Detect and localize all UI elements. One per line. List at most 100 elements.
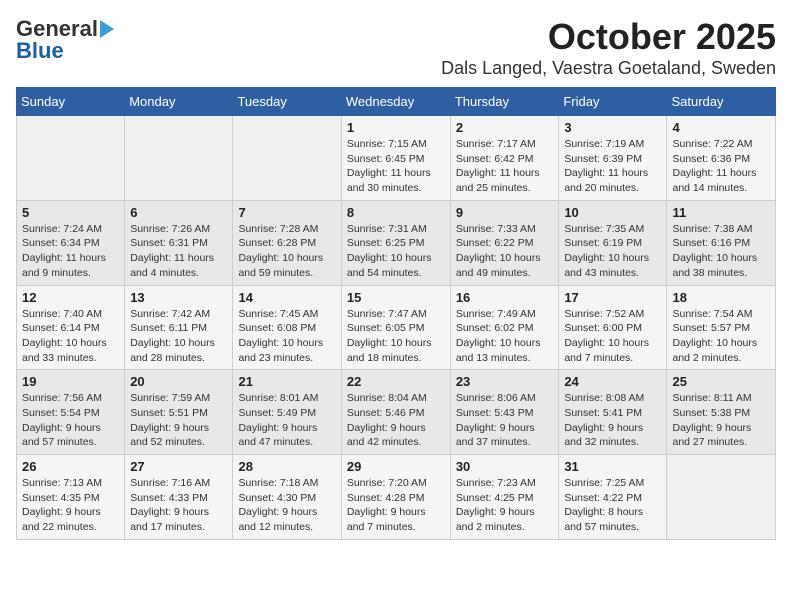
- table-row: [667, 455, 776, 540]
- day-number: 31: [564, 459, 661, 474]
- calendar-subtitle: Dals Langed, Vaestra Goetaland, Sweden: [441, 58, 776, 79]
- day-detail: Sunrise: 7:59 AM Sunset: 5:51 PM Dayligh…: [130, 391, 227, 450]
- day-detail: Sunrise: 7:18 AM Sunset: 4:30 PM Dayligh…: [238, 476, 335, 535]
- logo: General Blue: [16, 16, 114, 64]
- header-wednesday: Wednesday: [341, 88, 450, 116]
- day-number: 22: [347, 374, 445, 389]
- table-row: 13 Sunrise: 7:42 AM Sunset: 6:11 PM Dayli…: [125, 285, 233, 370]
- table-row: 31 Sunrise: 7:25 AM Sunset: 4:22 PM Dayli…: [559, 455, 667, 540]
- day-number: 13: [130, 290, 227, 305]
- day-detail: Sunrise: 7:45 AM Sunset: 6:08 PM Dayligh…: [238, 307, 335, 366]
- day-number: 30: [456, 459, 554, 474]
- table-row: 2 Sunrise: 7:17 AM Sunset: 6:42 PM Daylig…: [450, 116, 559, 201]
- calendar-week-row: 1Sunrise: 7:15 AM Sunset: 6:45 PM Daylig…: [17, 116, 776, 201]
- day-detail: Sunrise: 7:26 AM Sunset: 6:31 PM Dayligh…: [130, 222, 227, 281]
- day-number: 17: [564, 290, 661, 305]
- day-detail: Sunrise: 7:15 AM Sunset: 6:45 PM Dayligh…: [347, 137, 445, 196]
- day-detail: Sunrise: 8:06 AM Sunset: 5:43 PM Dayligh…: [456, 391, 554, 450]
- logo-arrow-icon: [100, 20, 114, 38]
- day-detail: Sunrise: 8:04 AM Sunset: 5:46 PM Dayligh…: [347, 391, 445, 450]
- day-number: 21: [238, 374, 335, 389]
- day-detail: Sunrise: 7:19 AM Sunset: 6:39 PM Dayligh…: [564, 137, 661, 196]
- header-friday: Friday: [559, 88, 667, 116]
- table-row: 6Sunrise: 7:26 AM Sunset: 6:31 PM Daylig…: [125, 200, 233, 285]
- day-detail: Sunrise: 8:11 AM Sunset: 5:38 PM Dayligh…: [672, 391, 770, 450]
- table-row: [125, 116, 233, 201]
- day-number: 29: [347, 459, 445, 474]
- table-row: 16 Sunrise: 7:49 AM Sunset: 6:02 PM Dayli…: [450, 285, 559, 370]
- day-number: 27: [130, 459, 227, 474]
- day-detail: Sunrise: 7:52 AM Sunset: 6:00 PM Dayligh…: [564, 307, 661, 366]
- calendar-week-row: 12Sunrise: 7:40 AM Sunset: 6:14 PM Dayli…: [17, 285, 776, 370]
- day-number: 2: [456, 120, 554, 135]
- day-number: 18: [672, 290, 770, 305]
- day-number: 23: [456, 374, 554, 389]
- day-number: 19: [22, 374, 119, 389]
- table-row: 15 Sunrise: 7:47 AM Sunset: 6:05 PM Dayli…: [341, 285, 450, 370]
- table-row: 3 Sunrise: 7:19 AM Sunset: 6:39 PM Daylig…: [559, 116, 667, 201]
- header-sunday: Sunday: [17, 88, 125, 116]
- calendar-week-row: 26 Sunrise: 7:13 AM Sunset: 4:35 PM Dayli…: [17, 455, 776, 540]
- day-detail: Sunrise: 8:08 AM Sunset: 5:41 PM Dayligh…: [564, 391, 661, 450]
- table-row: 14Sunrise: 7:45 AM Sunset: 6:08 PM Dayli…: [233, 285, 341, 370]
- day-number: 8: [347, 205, 445, 220]
- day-detail: Sunrise: 7:17 AM Sunset: 6:42 PM Dayligh…: [456, 137, 554, 196]
- calendar-week-row: 5 Sunrise: 7:24 AM Sunset: 6:34 PM Daylig…: [17, 200, 776, 285]
- calendar-table: Sunday Monday Tuesday Wednesday Thursday…: [16, 87, 776, 540]
- table-row: 23 Sunrise: 8:06 AM Sunset: 5:43 PM Dayli…: [450, 370, 559, 455]
- table-row: 1Sunrise: 7:15 AM Sunset: 6:45 PM Daylig…: [341, 116, 450, 201]
- day-number: 4: [672, 120, 770, 135]
- day-detail: Sunrise: 7:25 AM Sunset: 4:22 PM Dayligh…: [564, 476, 661, 535]
- day-number: 15: [347, 290, 445, 305]
- day-detail: Sunrise: 7:47 AM Sunset: 6:05 PM Dayligh…: [347, 307, 445, 366]
- day-detail: Sunrise: 7:49 AM Sunset: 6:02 PM Dayligh…: [456, 307, 554, 366]
- table-row: 21 Sunrise: 8:01 AM Sunset: 5:49 PM Dayli…: [233, 370, 341, 455]
- day-detail: Sunrise: 7:24 AM Sunset: 6:34 PM Dayligh…: [22, 222, 119, 281]
- day-detail: Sunrise: 7:42 AM Sunset: 6:11 PM Dayligh…: [130, 307, 227, 366]
- header-monday: Monday: [125, 88, 233, 116]
- day-detail: Sunrise: 7:31 AM Sunset: 6:25 PM Dayligh…: [347, 222, 445, 281]
- day-detail: Sunrise: 7:56 AM Sunset: 5:54 PM Dayligh…: [22, 391, 119, 450]
- day-number: 10: [564, 205, 661, 220]
- day-number: 26: [22, 459, 119, 474]
- title-block: October 2025 Dals Langed, Vaestra Goetal…: [441, 16, 776, 79]
- table-row: 29Sunrise: 7:20 AM Sunset: 4:28 PM Dayli…: [341, 455, 450, 540]
- table-row: 7Sunrise: 7:28 AM Sunset: 6:28 PM Daylig…: [233, 200, 341, 285]
- table-row: 18 Sunrise: 7:54 AM Sunset: 5:57 PM Dayli…: [667, 285, 776, 370]
- header-tuesday: Tuesday: [233, 88, 341, 116]
- day-detail: Sunrise: 7:54 AM Sunset: 5:57 PM Dayligh…: [672, 307, 770, 366]
- header-saturday: Saturday: [667, 88, 776, 116]
- day-number: 16: [456, 290, 554, 305]
- day-detail: Sunrise: 7:40 AM Sunset: 6:14 PM Dayligh…: [22, 307, 119, 366]
- page-header: General Blue October 2025 Dals Langed, V…: [16, 16, 776, 79]
- day-number: 11: [672, 205, 770, 220]
- table-row: 19 Sunrise: 7:56 AM Sunset: 5:54 PM Dayli…: [17, 370, 125, 455]
- table-row: 30Sunrise: 7:23 AM Sunset: 4:25 PM Dayli…: [450, 455, 559, 540]
- table-row: 9 Sunrise: 7:33 AM Sunset: 6:22 PM Daylig…: [450, 200, 559, 285]
- header-thursday: Thursday: [450, 88, 559, 116]
- table-row: 20Sunrise: 7:59 AM Sunset: 5:51 PM Dayli…: [125, 370, 233, 455]
- day-number: 28: [238, 459, 335, 474]
- day-detail: Sunrise: 7:33 AM Sunset: 6:22 PM Dayligh…: [456, 222, 554, 281]
- day-detail: Sunrise: 8:01 AM Sunset: 5:49 PM Dayligh…: [238, 391, 335, 450]
- day-number: 24: [564, 374, 661, 389]
- logo-blue: Blue: [16, 38, 64, 64]
- table-row: 17 Sunrise: 7:52 AM Sunset: 6:00 PM Dayli…: [559, 285, 667, 370]
- day-number: 5: [22, 205, 119, 220]
- day-number: 3: [564, 120, 661, 135]
- table-row: 5 Sunrise: 7:24 AM Sunset: 6:34 PM Daylig…: [17, 200, 125, 285]
- day-number: 9: [456, 205, 554, 220]
- day-detail: Sunrise: 7:22 AM Sunset: 6:36 PM Dayligh…: [672, 137, 770, 196]
- table-row: 24 Sunrise: 8:08 AM Sunset: 5:41 PM Dayli…: [559, 370, 667, 455]
- table-row: 10Sunrise: 7:35 AM Sunset: 6:19 PM Dayli…: [559, 200, 667, 285]
- table-row: [233, 116, 341, 201]
- table-row: [17, 116, 125, 201]
- calendar-week-row: 19 Sunrise: 7:56 AM Sunset: 5:54 PM Dayli…: [17, 370, 776, 455]
- day-detail: Sunrise: 7:16 AM Sunset: 4:33 PM Dayligh…: [130, 476, 227, 535]
- table-row: 8 Sunrise: 7:31 AM Sunset: 6:25 PM Daylig…: [341, 200, 450, 285]
- calendar-title: October 2025: [441, 16, 776, 58]
- table-row: 12Sunrise: 7:40 AM Sunset: 6:14 PM Dayli…: [17, 285, 125, 370]
- table-row: 25Sunrise: 8:11 AM Sunset: 5:38 PM Dayli…: [667, 370, 776, 455]
- table-row: 22 Sunrise: 8:04 AM Sunset: 5:46 PM Dayli…: [341, 370, 450, 455]
- day-detail: Sunrise: 7:13 AM Sunset: 4:35 PM Dayligh…: [22, 476, 119, 535]
